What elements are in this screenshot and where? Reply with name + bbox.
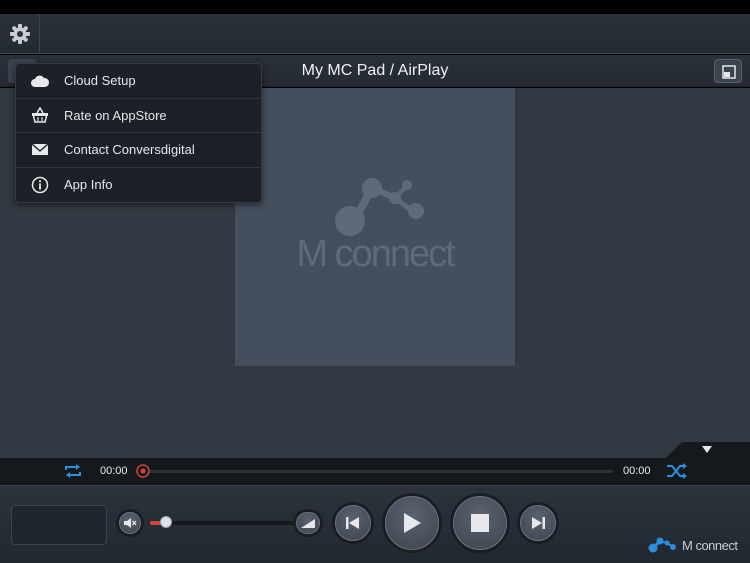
stop-button[interactable] [453, 496, 507, 550]
basket-icon [16, 107, 64, 123]
previous-icon [346, 517, 359, 529]
play-button[interactable] [385, 496, 439, 550]
seek-track[interactable] [143, 470, 613, 473]
elapsed-time: 00:00 [100, 465, 128, 477]
menu-item-contact[interactable]: Contact Conversdigital [16, 133, 261, 168]
status-bar [0, 0, 750, 14]
total-time: 00:00 [623, 465, 651, 477]
info-icon [16, 176, 64, 194]
cover-brand-text: M connect [296, 233, 455, 275]
repeat-icon[interactable] [62, 462, 84, 485]
mconnect-logo-icon [335, 178, 424, 236]
menu-item-label: Cloud Setup [64, 73, 136, 89]
stop-icon [471, 514, 489, 532]
previous-track-button[interactable] [335, 505, 371, 541]
toolbar-divider [39, 14, 40, 54]
track-thumbnail[interactable] [11, 505, 107, 545]
settings-menu: Cloud Setup Rate on AppStore Contact Con… [15, 63, 262, 203]
menu-item-label: App Info [64, 177, 113, 193]
footer-brand: M connect [648, 536, 738, 554]
progress-bar: 00:00 00:00 [0, 458, 750, 485]
menu-item-cloud-setup[interactable]: Cloud Setup [16, 64, 261, 99]
mail-icon [16, 143, 64, 156]
mini-player-button[interactable] [714, 59, 742, 83]
settings-gear-icon[interactable] [6, 20, 34, 48]
next-track-button[interactable] [520, 505, 556, 541]
playback-controls: M connect [0, 485, 750, 563]
top-toolbar [0, 14, 750, 54]
menu-item-app-info[interactable]: App Info [16, 168, 261, 203]
footer-brand-text: M connect [682, 537, 738, 553]
seek-thumb[interactable] [136, 464, 150, 478]
volume-max-icon[interactable] [296, 512, 320, 534]
mute-icon[interactable] [119, 512, 141, 534]
mconnect-logo-icon [648, 537, 676, 553]
play-icon [404, 513, 421, 533]
volume-slider[interactable] [150, 521, 295, 525]
shuffle-icon[interactable] [665, 462, 689, 485]
menu-item-label: Contact Conversdigital [64, 142, 195, 158]
next-icon [532, 517, 545, 529]
volume-thumb[interactable] [159, 516, 172, 528]
cloud-icon [16, 74, 64, 88]
menu-item-rate-appstore[interactable]: Rate on AppStore [16, 99, 261, 133]
album-cover: M connect [235, 88, 515, 366]
menu-item-label: Rate on AppStore [64, 107, 167, 123]
